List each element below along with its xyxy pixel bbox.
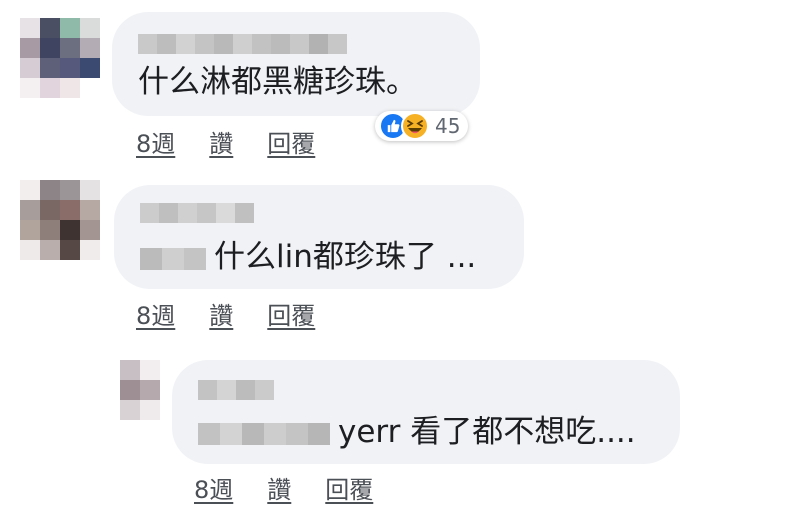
comment-bubble: 什么淋都黑糖珍珠。 [112,12,480,116]
reactions-summary[interactable]: 45 [375,111,469,141]
like-button[interactable]: 讚 [267,470,291,505]
reply-button[interactable]: 回覆 [267,124,315,159]
avatar[interactable] [20,180,100,260]
reply-button[interactable]: 回覆 [267,296,315,331]
timestamp-link[interactable]: 8週 [136,124,175,159]
commenter-name[interactable] [198,380,274,400]
mentioned-user[interactable] [140,247,206,270]
reply-button[interactable]: 回覆 [325,470,373,505]
comment-actions: 8週 讚 回覆 [136,124,315,159]
comment-text: 什么lin都珍珠了 ... [140,237,476,277]
haha-icon [401,112,429,140]
comment-bubble: 什么lin都珍珠了 ... [114,185,524,289]
comment-text: 什么淋都黑糖珍珠。 [138,64,417,100]
timestamp-link[interactable]: 8週 [194,470,233,505]
like-button[interactable]: 讚 [209,296,233,331]
like-button[interactable]: 讚 [209,124,233,159]
timestamp-link[interactable]: 8週 [136,296,175,331]
commenter-name[interactable] [138,34,347,54]
comment-actions: 8週 讚 回覆 [136,296,315,331]
commenter-name[interactable] [140,203,254,223]
avatar[interactable] [20,18,100,98]
comment-bubble: yerr 看了都不想吃.... [172,360,680,464]
avatar[interactable] [120,360,160,420]
mentioned-user[interactable] [198,422,330,445]
reaction-count: 45 [435,114,461,138]
comment-actions: 8週 讚 回覆 [194,470,373,505]
comment-text: yerr 看了都不想吃.... [198,412,636,452]
